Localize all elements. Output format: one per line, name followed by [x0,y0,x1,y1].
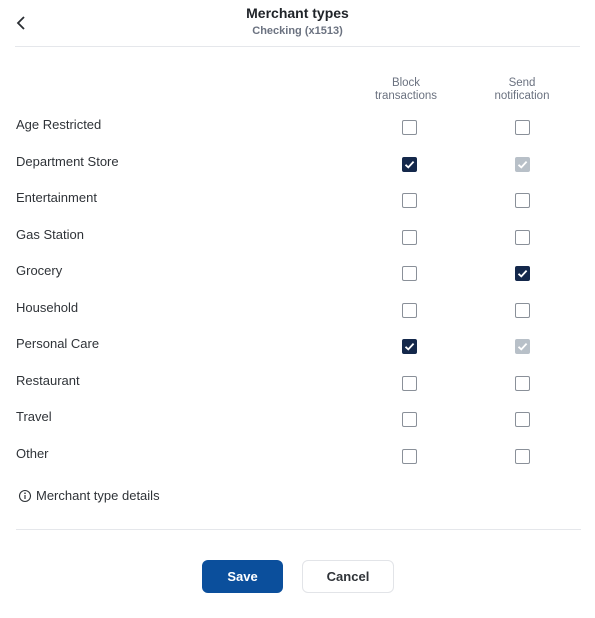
block-transactions-checkbox[interactable] [402,193,417,208]
block-transactions-checkbox[interactable] [402,375,417,391]
save-button[interactable]: Save [202,560,283,593]
column-header-notify: Send notification [494,77,550,102]
block-transactions-checkbox[interactable] [402,266,417,281]
checkmark-icon [517,269,528,278]
header-divider [15,46,580,47]
block-transactions-checkbox[interactable] [402,339,417,354]
merchant-type-label: Gas Station [16,226,84,242]
details-link-label: Merchant type details [36,488,160,503]
merchant-type-details-link[interactable]: Merchant type details [18,488,160,503]
block-transactions-checkbox[interactable] [402,302,417,318]
checkmark-icon [517,342,528,351]
send-notification-checkbox[interactable] [515,120,530,135]
send-notification-checkbox[interactable] [515,193,530,208]
block-transactions-checkbox[interactable] [402,156,417,172]
send-notification-checkbox[interactable] [515,448,530,464]
send-notification-checkbox[interactable] [515,229,530,245]
send-notification-checkbox[interactable] [515,375,530,391]
merchant-type-label: Other [16,445,49,461]
merchant-type-label: Grocery [16,263,63,278]
block-transactions-checkbox[interactable] [402,120,417,135]
block-transactions-checkbox[interactable] [402,229,417,245]
merchant-type-label: Department Store [16,153,119,169]
block-transactions-checkbox[interactable] [402,448,417,464]
page-title: Merchant types [246,5,349,21]
merchant-type-label: Entertainment [16,190,97,205]
cancel-button[interactable]: Cancel [302,560,394,593]
page-subtitle: Checking (x1513) [252,25,343,37]
footer-divider [16,529,581,530]
send-notification-checkbox[interactable] [515,302,530,318]
merchant-type-label: Travel [16,409,52,424]
merchant-type-label: Household [16,299,79,315]
checkmark-icon [404,160,415,169]
send-notification-checkbox[interactable] [515,266,530,281]
send-notification-checkbox[interactable] [515,412,530,427]
send-notification-checkbox [515,156,530,172]
send-notification-checkbox [515,339,530,354]
merchant-type-label: Age Restricted [16,117,102,132]
merchant-type-label: Personal Care [16,336,100,351]
block-transactions-checkbox[interactable] [402,412,417,427]
checkmark-icon [404,342,415,351]
column-header-block: Block transactions [374,77,437,102]
checkmark-icon [517,160,528,169]
merchant-type-label: Restaurant [16,372,80,388]
info-icon [18,489,32,502]
